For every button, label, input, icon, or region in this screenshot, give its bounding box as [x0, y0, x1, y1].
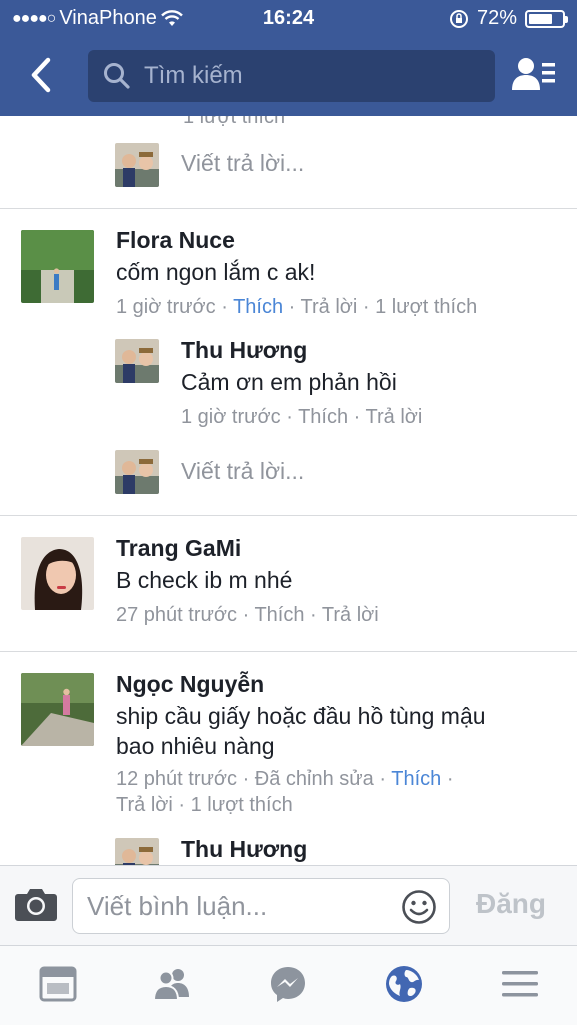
battery-fill	[529, 13, 552, 24]
comment-composer: Viết bình luận... Đăng	[0, 865, 577, 946]
like-link[interactable]: Thích	[298, 406, 348, 428]
avatar	[115, 339, 159, 383]
comment-text-line-1: ship cầu giấy hoặc đầu hồ tùng mậu	[116, 703, 486, 729]
search-placeholder: Tìm kiếm	[144, 62, 243, 89]
search-icon	[104, 63, 130, 89]
emoji-icon[interactable]	[401, 889, 437, 925]
reply-input[interactable]: Viết trả lời...	[181, 458, 304, 485]
nav-row: Tìm kiếm	[0, 40, 577, 114]
reply-link[interactable]: Trả lời	[301, 296, 358, 318]
comment-meta: 27 phút trước · Thích · Trả lời	[116, 604, 379, 626]
reply-link[interactable]: Trả lời	[366, 406, 423, 428]
comment-placeholder: Viết bình luận...	[87, 891, 268, 921]
news-feed-icon[interactable]	[38, 964, 78, 1004]
avatar	[115, 450, 159, 494]
avatar	[21, 673, 94, 746]
status-bar: ●●●●○ VinaPhone 16:24 72%	[0, 0, 577, 38]
comment-text: B check ib m nhé	[116, 567, 293, 593]
reply-input[interactable]: Viết trả lời...	[181, 150, 304, 177]
battery-icon	[525, 9, 568, 28]
reply-link[interactable]: Trả lời	[116, 794, 173, 816]
reply-author[interactable]: Thu Hương	[181, 836, 307, 863]
reply-link[interactable]: Trả lời	[322, 604, 379, 626]
comment-meta: 12 phút trước · Đã chỉnh sửa · Thích ·	[116, 768, 454, 790]
comment-author[interactable]: Flora Nuce	[116, 227, 235, 254]
comment-author[interactable]: Ngọc Nguyễn	[116, 671, 264, 698]
reply-text: Cảm ơn em phản hồi	[181, 369, 397, 395]
comments-feed[interactable]: 1 lượt thích Viết trả lời... Flora Nuce …	[0, 116, 577, 865]
reply-meta: 1 giờ trước · Thích · Trả lời	[181, 406, 423, 428]
post-button[interactable]: Đăng	[476, 888, 546, 920]
orientation-lock-icon	[449, 9, 468, 28]
search-bar[interactable]: Tìm kiếm	[88, 50, 495, 102]
divider	[0, 515, 577, 516]
divider	[0, 651, 577, 652]
avatar	[115, 143, 159, 187]
notifications-globe-icon[interactable]	[384, 964, 424, 1004]
friend-requests-icon[interactable]	[511, 54, 557, 98]
comment-text: cốm ngon lắm c ak!	[116, 259, 316, 285]
avatar	[115, 838, 159, 865]
top-bar: ●●●●○ VinaPhone 16:24 72% Tìm kiếm	[0, 0, 577, 116]
reply-author[interactable]: Thu Hương	[181, 337, 307, 364]
like-count[interactable]: 1 lượt thích	[191, 794, 293, 816]
divider	[0, 208, 577, 209]
like-link[interactable]: Thích	[254, 604, 304, 626]
like-link[interactable]: Thích	[391, 768, 441, 790]
messenger-icon[interactable]	[268, 964, 308, 1004]
menu-icon[interactable]	[500, 964, 540, 1004]
edited-label[interactable]: Đã chỉnh sửa	[255, 768, 374, 790]
like-link[interactable]: Thích	[233, 296, 283, 318]
status-right: 72%	[449, 7, 568, 30]
avatar	[21, 230, 94, 303]
comment-meta-line-2: Trả lời · 1 lượt thích	[116, 794, 293, 816]
avatar	[21, 537, 94, 610]
camera-icon[interactable]	[14, 886, 58, 922]
friends-icon[interactable]	[152, 964, 192, 1004]
comment-meta-partial: 1 lượt thích	[183, 116, 286, 128]
battery-percent: 72%	[476, 7, 517, 29]
like-count[interactable]: 1 lượt thích	[375, 296, 477, 318]
comment-input[interactable]: Viết bình luận...	[72, 878, 450, 934]
back-icon[interactable]	[22, 50, 62, 100]
tab-bar	[0, 945, 577, 1025]
comment-meta: 1 giờ trước · Thích · Trả lời · 1 lượt t…	[116, 296, 478, 318]
comment-author[interactable]: Trang GaMi	[116, 535, 241, 562]
comment-text-line-2: bao nhiêu nàng	[116, 733, 275, 759]
